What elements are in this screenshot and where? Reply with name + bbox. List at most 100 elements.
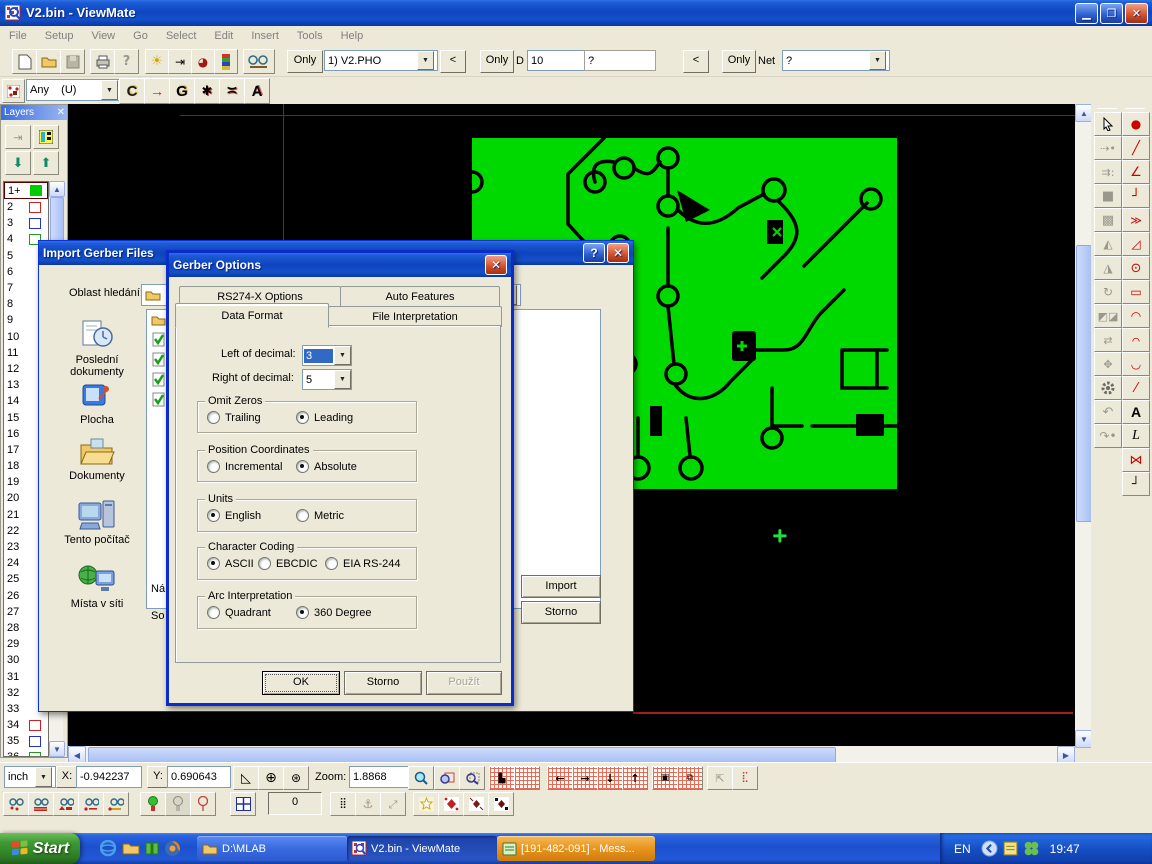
- tray-green-icon[interactable]: [1023, 840, 1040, 857]
- menu-view[interactable]: View: [82, 28, 124, 44]
- pan-down-icon[interactable]: ↓: [597, 766, 623, 790]
- select-dots-icon[interactable]: ⣏: [732, 766, 758, 790]
- select-flash-tool[interactable]: ✱: [194, 78, 220, 104]
- new-file-button[interactable]: [12, 49, 37, 74]
- scope-select[interactable]: Any (U) ▼: [26, 79, 122, 101]
- close-icon[interactable]: ✕: [485, 255, 507, 275]
- right-of-decimal-select[interactable]: 5 ▼: [302, 369, 352, 390]
- draw-text-tool-icon[interactable]: A: [1122, 400, 1150, 424]
- chevron-down-icon[interactable]: ▼: [869, 51, 886, 70]
- zoom-in-icon[interactable]: [408, 766, 434, 790]
- menu-insert[interactable]: Insert: [242, 28, 288, 44]
- x-coordinate-field[interactable]: -0.942237: [76, 766, 142, 788]
- radio-english[interactable]: English: [207, 509, 261, 522]
- view-traces-glasses-icon[interactable]: [28, 792, 54, 816]
- canvas-hscrollbar[interactable]: ◀ ▶: [66, 746, 1075, 762]
- chevron-down-icon[interactable]: ▼: [334, 370, 351, 389]
- title-bar[interactable]: V2.bin - ViewMate ▁ ❐ ✕: [0, 0, 1152, 26]
- highlight-flash-icon[interactable]: ☀: [145, 49, 169, 74]
- import-cancel-button[interactable]: Storno: [521, 601, 601, 624]
- origin-icon[interactable]: ⊕: [258, 766, 284, 790]
- view-polygons-glasses-icon[interactable]: [53, 792, 79, 816]
- relative-origin-icon[interactable]: ⊛: [283, 766, 309, 790]
- close-icon[interactable]: ✕: [607, 243, 629, 263]
- only-layer-button[interactable]: Only: [287, 50, 323, 73]
- task-viewmate[interactable]: V2.bin - ViewMate: [347, 836, 497, 861]
- task-messenger[interactable]: [191-482-091] - Mess...: [497, 836, 655, 861]
- view-pads-glasses-icon[interactable]: [3, 792, 29, 816]
- gerber-file-checked-icon[interactable]: [152, 372, 166, 387]
- scroll-down-icon[interactable]: ▼: [49, 741, 65, 757]
- chevron-down-icon[interactable]: ▼: [417, 51, 434, 70]
- cancel-button[interactable]: Storno: [344, 671, 422, 695]
- layer-select[interactable]: 1) V2.PHO ▼: [324, 50, 438, 71]
- prev-net-button[interactable]: <: [683, 50, 709, 73]
- menu-edit[interactable]: Edit: [205, 28, 242, 44]
- gerber-file-checked-icon[interactable]: [152, 392, 166, 407]
- draw-arc-tool-icon[interactable]: ◠: [1122, 304, 1150, 328]
- hide-icons-chevron[interactable]: [981, 840, 998, 857]
- import-button[interactable]: Import: [521, 575, 601, 598]
- draw-corner-tool-icon[interactable]: ┘: [1122, 184, 1150, 208]
- place-network[interactable]: Místa v síti: [55, 563, 139, 610]
- layer-move-up-icon[interactable]: ⬆: [33, 151, 59, 175]
- settings-gear-icon[interactable]: [1094, 376, 1122, 400]
- copy-view-icon[interactable]: ▣: [652, 766, 678, 790]
- help-button[interactable]: ?: [583, 243, 605, 263]
- layer-color-swatch[interactable]: [30, 185, 42, 196]
- grid-count-field[interactable]: 0: [268, 792, 322, 815]
- draw-pad-tool-icon[interactable]: ●: [1122, 112, 1150, 136]
- draw-label-tool-icon[interactable]: L: [1122, 424, 1150, 448]
- layer-color-swatch[interactable]: [29, 720, 41, 731]
- grid-dots-icon[interactable]: ⣿: [330, 792, 356, 816]
- layer-color-swatch[interactable]: [29, 752, 41, 757]
- view-all-glasses-icon[interactable]: [103, 792, 129, 816]
- select-g-tool[interactable]: G: [169, 78, 195, 104]
- dcode-query-input[interactable]: ?: [584, 50, 656, 71]
- vscroll-thumb[interactable]: [1076, 245, 1092, 522]
- prev-layer-button[interactable]: <: [440, 50, 466, 73]
- left-of-decimal-select[interactable]: 3 ▼: [302, 345, 352, 366]
- gerber-file-checked-icon[interactable]: [152, 332, 166, 347]
- draw-line-tool-icon[interactable]: ╱: [1122, 136, 1150, 160]
- draw-curve-tool-icon[interactable]: ⌒: [1122, 328, 1150, 352]
- draw-arc2-tool-icon[interactable]: ◡: [1122, 352, 1150, 376]
- layer-row[interactable]: 35: [4, 733, 48, 749]
- draw-rectangle-tool-icon[interactable]: ▭: [1122, 280, 1150, 304]
- radio-quadrant[interactable]: Quadrant: [207, 606, 271, 619]
- draw-triangle-tool-icon[interactable]: ◿: [1122, 232, 1150, 256]
- highlight-on-bulb-icon[interactable]: [140, 792, 166, 816]
- menu-file[interactable]: File: [0, 28, 36, 44]
- pad-select-icon[interactable]: ◕: [191, 49, 215, 74]
- open-file-button[interactable]: [36, 49, 61, 74]
- radio-absolute[interactable]: Absolute: [296, 460, 357, 473]
- layer-row[interactable]: 1+: [4, 182, 48, 199]
- clock[interactable]: 19:47: [1050, 842, 1080, 856]
- highlight-query-bulb-icon[interactable]: [190, 792, 216, 816]
- only-dcode-button[interactable]: Only: [480, 50, 514, 73]
- language-indicator[interactable]: EN: [954, 842, 971, 856]
- select-text-tool[interactable]: A: [244, 78, 270, 104]
- measure-angle-icon[interactable]: ◺: [233, 766, 259, 790]
- draw-dimension-tool-icon[interactable]: ⋈: [1122, 448, 1150, 472]
- firefox-icon[interactable]: [164, 840, 181, 857]
- only-net-button[interactable]: Only: [722, 50, 756, 73]
- layer-color-swatch[interactable]: [29, 218, 41, 229]
- hscroll-thumb[interactable]: [88, 747, 836, 763]
- draw-mode-dark-icon[interactable]: [488, 792, 514, 816]
- zoom-window-icon[interactable]: [434, 766, 460, 790]
- minimize-button[interactable]: ▁: [1075, 3, 1098, 24]
- chevron-down-icon[interactable]: ▼: [35, 767, 52, 787]
- draw-hook-tool-icon[interactable]: └: [1122, 472, 1150, 496]
- view-selected-glasses-icon[interactable]: [78, 792, 104, 816]
- scroll-up-icon[interactable]: ▲: [49, 181, 65, 197]
- pointer-tool-icon[interactable]: [1094, 112, 1122, 136]
- select-circle-tool[interactable]: C: [119, 78, 145, 104]
- tile-windows-icon[interactable]: [230, 792, 256, 816]
- layer-color-swatch[interactable]: [29, 202, 41, 213]
- layer-move-down-icon[interactable]: ⬇: [5, 151, 31, 175]
- green-app-icon[interactable]: [144, 840, 160, 856]
- draw-mode-outline-icon[interactable]: [413, 792, 439, 816]
- layer-row[interactable]: 2: [4, 199, 48, 215]
- place-desktop[interactable]: Plocha: [55, 381, 139, 426]
